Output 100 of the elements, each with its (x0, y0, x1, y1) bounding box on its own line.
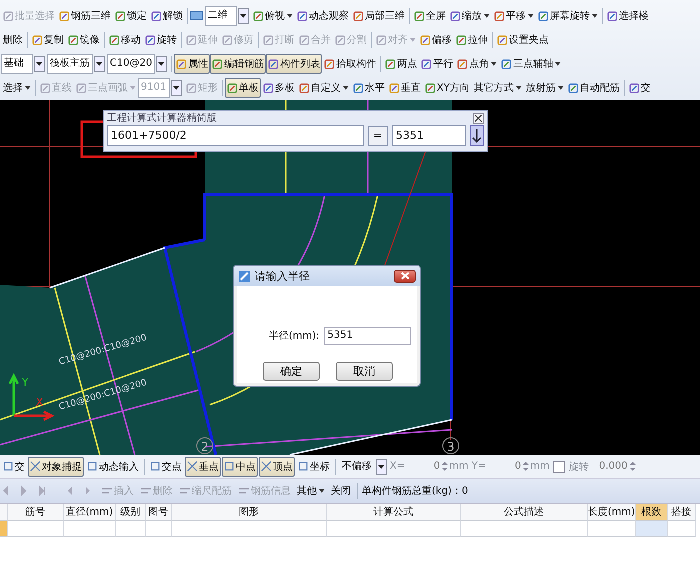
toolbar-button[interactable]: 屏幕旋转 (536, 6, 600, 26)
column-header[interactable]: 长度(mm) (588, 504, 636, 521)
column-header[interactable]: 公式描述 (461, 504, 588, 521)
toolbar-button[interactable]: 动态观察 (295, 6, 351, 26)
column-header[interactable]: 搭接 (668, 504, 696, 521)
toolbar-button[interactable]: 移动 (107, 30, 143, 50)
column-header[interactable]: 级别 (116, 504, 146, 521)
toolbar-button[interactable]: 删除 (1, 30, 25, 50)
radius-field[interactable]: 5351 (324, 327, 411, 345)
equals-button[interactable]: = (368, 126, 388, 146)
snap-button[interactable]: 坐标 (296, 456, 332, 476)
toolbar-button[interactable]: 拉伸 (454, 30, 490, 50)
toolbar-button[interactable]: 自定义 (297, 78, 351, 98)
toolbar-button[interactable]: 自动配筋 (566, 78, 622, 98)
toolbar-button[interactable]: 属性 (174, 54, 210, 74)
close-button[interactable] (473, 112, 484, 124)
toolbar-button[interactable]: 选择楼 (605, 6, 651, 26)
toolbar-button[interactable]: 设置夹点 (495, 30, 551, 50)
tool-icon (450, 10, 461, 22)
toolbar-button[interactable]: 点角 (455, 54, 500, 74)
result-field[interactable]: 5351 (392, 125, 466, 146)
caret-icon (484, 14, 490, 18)
toolbar-button[interactable]: 平移 (492, 6, 536, 26)
toolbar-button[interactable]: 缩放 (448, 6, 492, 26)
caret-icon (592, 14, 598, 18)
toolbar-button[interactable]: 放射筋 (524, 78, 566, 98)
toolbar-button[interactable]: 偏移 (418, 30, 454, 50)
tool-icon (298, 461, 309, 472)
number-field[interactable]: 0 (487, 461, 522, 472)
insert-button[interactable] (470, 125, 484, 146)
tool-icon (145, 34, 156, 46)
caret-icon (558, 86, 564, 90)
dropdown-field[interactable]: 二维 (205, 6, 237, 26)
cancel-button[interactable]: 取消 (336, 362, 393, 381)
number-field[interactable]: 0.000 (594, 461, 628, 472)
ok-button[interactable]: 确定 (263, 362, 320, 381)
number-field[interactable]: 0 (406, 461, 440, 472)
toolbar-button[interactable]: 局部三维 (351, 6, 407, 26)
tool-icon (538, 10, 549, 22)
toolbar-button[interactable]: 编辑钢筋 (210, 54, 266, 74)
toolbar-button[interactable]: 全屏 (412, 6, 448, 26)
coordinate-axes-drawing: Y X (8, 373, 55, 422)
snap-button[interactable]: 中点 (222, 456, 258, 476)
toolbar-button[interactable]: 选择 (1, 78, 33, 98)
toolbar-button[interactable]: 平行 (419, 54, 456, 74)
toolbar-button[interactable]: 单板 (225, 78, 261, 98)
dropdown-field[interactable]: 基础 (1, 54, 33, 74)
close-icon (475, 114, 482, 122)
column-header[interactable]: 图号 (146, 504, 172, 521)
toolbar-button[interactable]: XY方向 (423, 78, 472, 98)
column-header[interactable]: 根数 (636, 504, 668, 521)
spinner-arrows-icon[interactable] (630, 461, 636, 472)
spinner-arrows-icon[interactable] (523, 461, 530, 472)
dropdown-field[interactable]: C10@20 (107, 54, 156, 74)
toolbar-button[interactable]: 多板 (261, 78, 297, 98)
column-header[interactable]: 筋号 (8, 504, 64, 521)
toolbar-button[interactable]: 锁定 (113, 6, 149, 26)
tool-icon (324, 58, 336, 70)
spinner-arrows-icon[interactable] (442, 461, 448, 472)
caret-icon (343, 86, 349, 90)
close-button[interactable] (394, 270, 416, 282)
snap-button[interactable]: 动态输入 (85, 456, 141, 476)
toolbar-button[interactable]: 复制 (30, 30, 66, 50)
toolbar-button[interactable]: 其他 (295, 481, 327, 501)
column-header[interactable]: 直径(mm) (64, 504, 116, 521)
caret-icon (555, 62, 562, 66)
toolbar-button[interactable]: 三点辅轴 (499, 54, 564, 74)
toolbar-button[interactable]: 水平 (351, 78, 387, 98)
toolbar-button[interactable]: 两点 (383, 54, 420, 74)
toolbar-button[interactable]: 构件列表 (266, 54, 322, 74)
dropdown-field[interactable]: 筏板主筋 (47, 54, 93, 74)
expression-field[interactable]: 1601+7500/2 (107, 125, 364, 146)
snap-button[interactable]: 对象捕捉 (28, 456, 84, 476)
toolbar-button[interactable]: 镜像 (66, 30, 102, 50)
toolbar-button[interactable]: 俯视 (251, 6, 295, 26)
tool-icon (151, 10, 162, 22)
column-header[interactable]: 计算公式 (327, 504, 461, 521)
snap-button[interactable]: 顶点 (259, 456, 295, 476)
column-header[interactable]: 图形 (172, 504, 327, 521)
tool-icon (420, 34, 431, 46)
toolbar-button[interactable]: 垂直 (387, 78, 423, 98)
tool-icon (32, 34, 43, 46)
snap-button[interactable]: 交 (1, 456, 27, 476)
toolbar-button[interactable]: 钢筋三维 (57, 6, 113, 26)
axis-marker: 2 (196, 438, 214, 454)
toolbar-button[interactable]: 关闭 (329, 481, 353, 501)
tool-icon (421, 58, 432, 70)
toolbar-button[interactable]: 其它方式 (472, 78, 524, 98)
dialog-title: 请输入半径 (255, 268, 311, 284)
toolbar-button[interactable]: 拾取构件 (322, 54, 378, 74)
tool-icon (186, 82, 197, 94)
down-arrow-icon (472, 128, 482, 142)
snap-button[interactable]: 交点 (148, 456, 184, 476)
rotate-checkbox[interactable] (552, 460, 565, 472)
caret-icon (491, 62, 498, 66)
toolbar-button[interactable]: 交 (626, 78, 653, 98)
toolbar-button[interactable]: 旋转 (143, 30, 179, 50)
toolbar-button[interactable]: 解锁 (149, 6, 185, 26)
snap-button[interactable]: 垂点 (185, 456, 221, 476)
offset-dropdown[interactable]: 不偏移 (339, 456, 375, 476)
